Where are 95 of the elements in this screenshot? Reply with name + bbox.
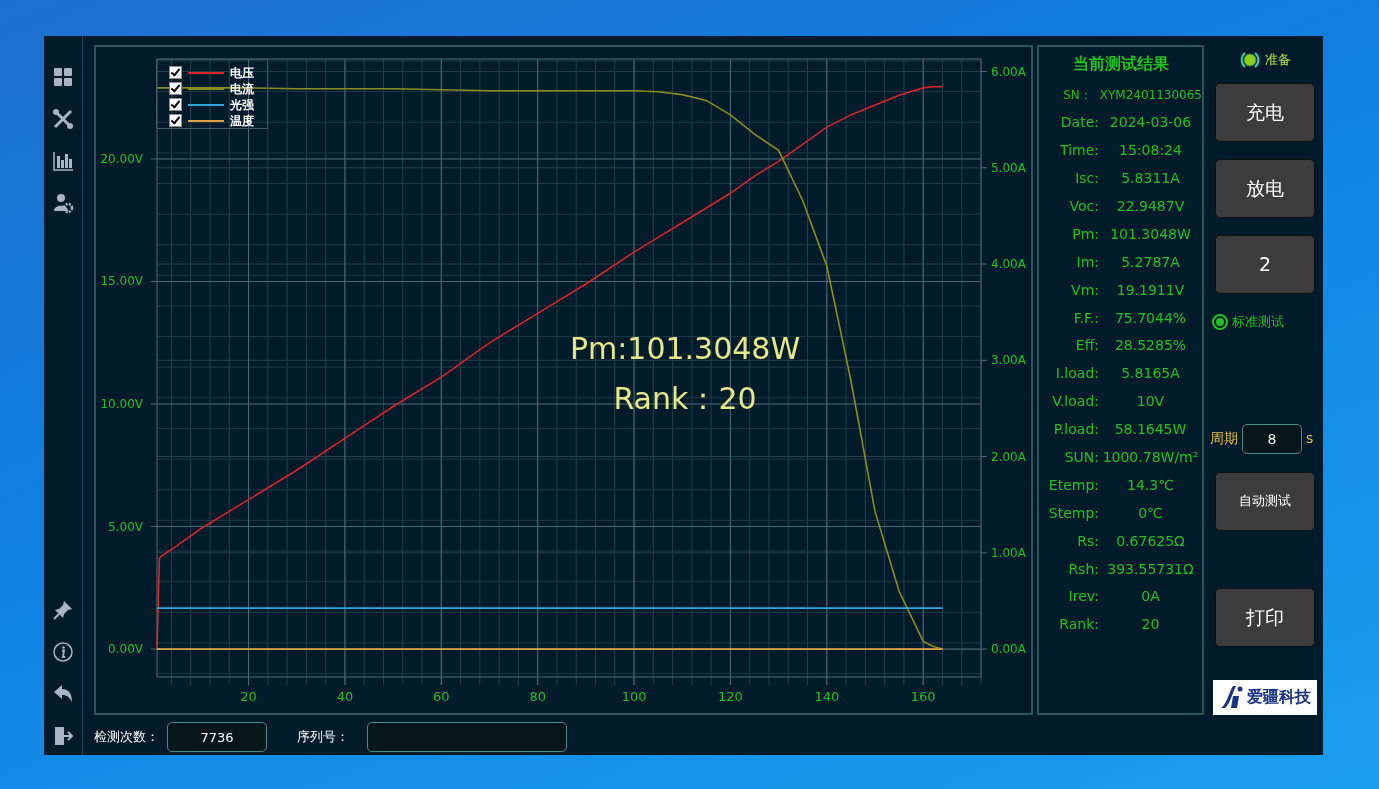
user-settings-icon[interactable] [52, 192, 74, 214]
result-value: 19.1911V [1115, 280, 1186, 300]
axis-label: 15.00V [100, 274, 143, 289]
result-value: 5.8311A [1120, 169, 1181, 189]
axis-label: 140 [814, 689, 840, 704]
annotation-text: Rank：20 [613, 381, 757, 416]
result-value: 75.7044% [1113, 308, 1188, 328]
legend-checkbox[interactable] [169, 82, 182, 95]
result-label: Isc: [1074, 169, 1099, 189]
result-value: 2024-03-06 [1108, 113, 1193, 133]
result-label: V.load: [1051, 392, 1099, 412]
result-value: 393.55731Ω [1106, 559, 1195, 579]
result-value: 22.9487V [1115, 197, 1186, 216]
axis-label: 120 [718, 689, 743, 704]
result-label: Stemp: [1047, 503, 1099, 523]
period-field[interactable]: 8 [1242, 423, 1302, 454]
result-label: SN： [1062, 86, 1092, 104]
result-label: Pm: [1071, 224, 1099, 244]
result-label: Rsh: [1067, 559, 1099, 579]
result-value: 28.5285% [1113, 336, 1188, 356]
result-value: 0A [1140, 587, 1161, 607]
result-label: Vm: [1070, 280, 1099, 300]
axis-label: 2.00A [991, 449, 1026, 464]
result-label: Time: [1059, 141, 1099, 161]
axis-label: 60 [433, 689, 450, 704]
axis-label: 6.00A [991, 64, 1026, 79]
action-button[interactable]: 2 [1215, 235, 1315, 294]
radio-label: 标准测试 [1232, 313, 1284, 331]
legend-label: 温度 [230, 113, 254, 128]
axis-label: 20.00V [100, 152, 143, 166]
period-label: 周期 [1210, 429, 1238, 448]
result-value: 0.67625Ω [1115, 531, 1186, 551]
logo-icon [1219, 684, 1243, 710]
result-value: 20 [1140, 615, 1161, 635]
axis-label: 100 [621, 689, 647, 704]
result-value: 5.8165A [1120, 364, 1181, 384]
result-label: Eff: [1074, 336, 1099, 356]
action-button[interactable]: 充电 [1215, 83, 1315, 142]
legend-checkbox[interactable] [169, 114, 182, 127]
result-label: Im: [1075, 252, 1099, 272]
axis-label: 5.00A [991, 160, 1026, 175]
axis-label: 10.00V [100, 397, 143, 411]
action-button[interactable]: 放电 [1215, 159, 1315, 218]
result-label: Voc: [1068, 197, 1099, 216]
result-value: 101.3048W [1109, 224, 1192, 244]
result-label: I.load: [1054, 364, 1099, 384]
legend-checkbox[interactable] [169, 66, 182, 79]
serial-field[interactable] [367, 722, 567, 752]
result-value: 15:08:24 [1118, 141, 1183, 161]
result-value: 1000.78W/m² [1101, 448, 1200, 467]
result-value: 58.1645W [1113, 420, 1188, 440]
axis-label: 3.00A [991, 353, 1026, 368]
pin-icon[interactable] [52, 599, 74, 621]
axis-label: 40 [336, 689, 354, 704]
tools-icon[interactable] [52, 108, 74, 130]
count-field[interactable]: 7736 [167, 722, 267, 752]
print-button[interactable]: 打印 [1215, 587, 1315, 647]
auto-test-button[interactable]: 自动测试 [1215, 471, 1315, 531]
axis-label: 160 [910, 689, 936, 704]
axis-label: 5.00V [108, 519, 143, 534]
axis-label: 20 [240, 689, 257, 704]
count-label: 检测次数： [94, 728, 159, 747]
result-label: Irev: [1067, 587, 1099, 607]
legend-label: 光强 [230, 97, 254, 112]
radio-button[interactable] [1212, 313, 1228, 330]
logo-text: 爱疆科技 [1247, 689, 1311, 705]
result-label: P.load: [1052, 420, 1099, 440]
status-label: 准备 [1265, 51, 1291, 70]
axis-label: 4.00A [991, 257, 1026, 272]
axis-label: 1.00A [991, 545, 1026, 560]
result-value: 0℃ [1137, 503, 1164, 523]
info-icon[interactable] [52, 641, 74, 663]
axis-label: 80 [529, 689, 546, 704]
result-value: 5.2787A [1120, 252, 1181, 272]
axis-label: 0.00V [108, 642, 143, 657]
panel-title: 当前测试结果 [1071, 53, 1170, 75]
result-label: SUN: [1063, 448, 1099, 467]
result-label: Etemp: [1047, 475, 1099, 495]
legend-label: 电流 [230, 81, 254, 96]
dashboard-icon[interactable] [52, 66, 74, 88]
result-label: Rank: [1058, 615, 1099, 635]
unit-label: s [1306, 429, 1314, 448]
exit-icon[interactable] [52, 725, 74, 747]
legend-checkbox[interactable] [169, 98, 182, 111]
result-label: Date: [1059, 113, 1099, 133]
result-value: 14.3℃ [1126, 475, 1175, 495]
result-value: 10V [1135, 392, 1166, 412]
legend-label: 电压 [230, 65, 254, 80]
axis-label: 0.00A [991, 642, 1026, 657]
result-label: F.F.: [1072, 308, 1099, 328]
serial-label: 序列号： [297, 728, 349, 747]
result-value: XYM2401130065 [1098, 86, 1202, 104]
annotation-text: Pm:101.3048W [569, 331, 801, 366]
result-label: Rs: [1076, 531, 1099, 551]
bar-chart-icon[interactable] [52, 150, 74, 172]
